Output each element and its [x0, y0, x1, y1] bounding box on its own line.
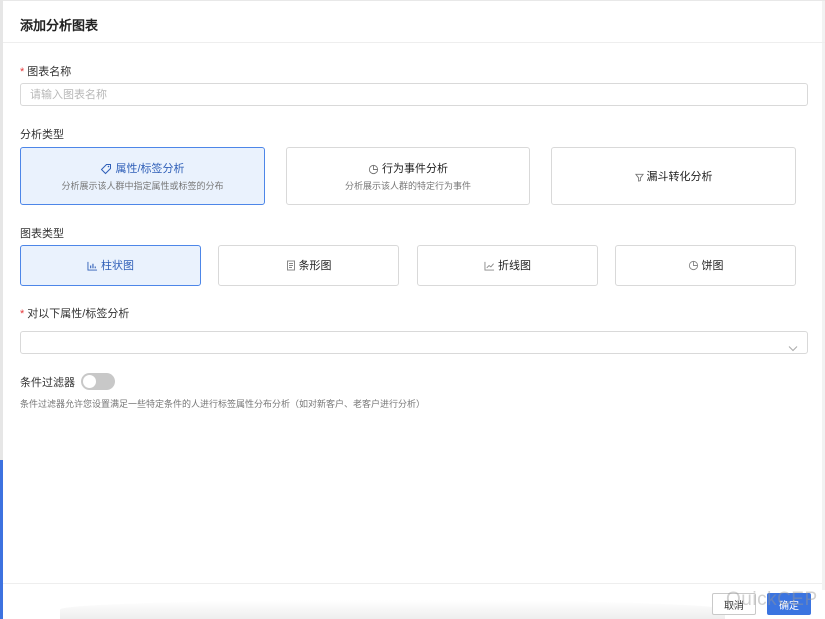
- attribute-select[interactable]: [20, 331, 808, 354]
- chart-type-title: 饼图: [616, 246, 795, 285]
- filter-row: 条件过滤器: [20, 373, 115, 390]
- dialog-title: 添加分析图表: [20, 18, 99, 33]
- analysis-option-attribute[interactable]: 属性/标签分析 分析展示该人群中指定属性或标签的分布: [20, 147, 265, 205]
- line-chart-icon: [484, 261, 495, 271]
- pie-chart-icon: [688, 260, 699, 271]
- chart-type-title-text: 柱状图: [101, 259, 134, 272]
- analysis-option-title-text: 行为事件分析: [382, 163, 448, 175]
- footer-shadow: [60, 600, 725, 619]
- footer-divider: [3, 583, 822, 584]
- analysis-option-subtitle: 分析展示该人群的特定行为事件: [344, 181, 471, 191]
- chart-name-label-text: 图表名称: [27, 66, 72, 78]
- funnel-icon: [634, 173, 644, 182]
- pie-chart-icon: [368, 164, 379, 175]
- analysis-option-funnel[interactable]: 漏斗转化分析: [551, 147, 796, 205]
- chart-type-title: 柱状图: [21, 246, 200, 285]
- chart-type-line[interactable]: 折线图: [417, 245, 598, 286]
- chart-type-title: 条形图: [219, 246, 398, 285]
- required-mark: *: [20, 66, 25, 78]
- analysis-option-title: 行为事件分析: [287, 162, 529, 176]
- analysis-type-label: 分析类型: [20, 129, 64, 141]
- tag-icon: [100, 163, 112, 175]
- required-mark: *: [20, 308, 25, 320]
- chart-type-title-text: 饼图: [701, 259, 724, 272]
- analysis-option-event[interactable]: 行为事件分析 分析展示该人群的特定行为事件: [286, 147, 530, 205]
- bar-chart-icon: [87, 261, 98, 271]
- chart-type-title-text: 条形图: [298, 259, 332, 272]
- chart-type-bar[interactable]: 柱状图: [20, 245, 201, 286]
- analysis-option-subtitle: 分析展示该人群中指定属性或标签的分布: [61, 181, 224, 191]
- chart-type-title: 折线图: [418, 246, 597, 285]
- chart-type-pie[interactable]: 饼图: [615, 245, 796, 286]
- analysis-option-title: 漏斗转化分析: [552, 170, 795, 184]
- toggle-knob: [83, 375, 96, 388]
- chart-type-title-text: 折线图: [498, 259, 531, 272]
- attribute-select-label-text: 对以下属性/标签分析: [27, 308, 130, 320]
- chart-name-input[interactable]: [20, 83, 808, 106]
- analysis-option-title-text: 漏斗转化分析: [646, 171, 713, 183]
- confirm-button[interactable]: 确定: [767, 593, 811, 615]
- left-accent-bar: [0, 460, 3, 619]
- chart-name-label: * 图表名称: [20, 63, 71, 79]
- analysis-option-title-text: 属性/标签分析: [115, 163, 185, 175]
- chart-type-horizontal-bar[interactable]: 条形图: [218, 245, 399, 286]
- chevron-down-icon: [788, 339, 798, 357]
- chart-type-label: 图表类型: [20, 228, 64, 240]
- document-icon: [286, 260, 296, 271]
- cancel-button[interactable]: 取消: [712, 593, 756, 615]
- attribute-select-label: * 对以下属性/标签分析: [20, 305, 129, 321]
- dialog-header: 添加分析图表: [3, 0, 825, 43]
- filter-help-text: 条件过滤器允许您设置满足一些特定条件的人进行标签属性分布分析（如对新客户、老客户…: [20, 399, 426, 409]
- filter-toggle[interactable]: [81, 373, 115, 390]
- filter-label: 条件过滤器: [20, 376, 75, 389]
- analysis-option-title: 属性/标签分析: [21, 162, 264, 176]
